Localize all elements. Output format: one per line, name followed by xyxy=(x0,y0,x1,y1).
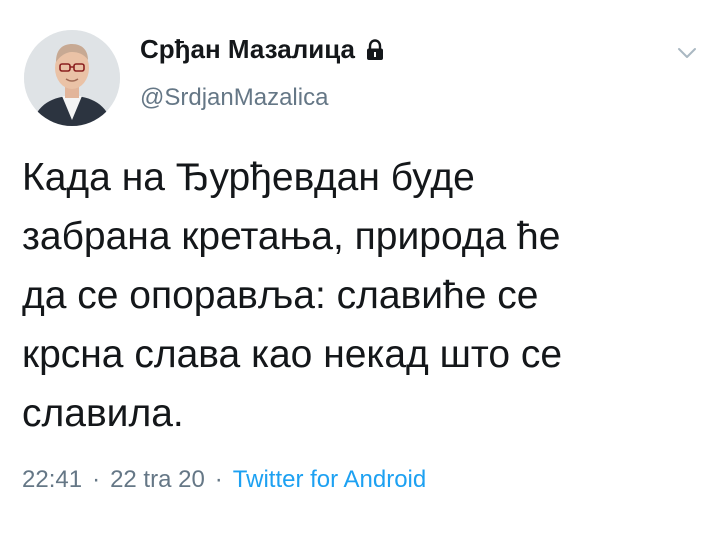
author-name-row: Срђан Мазалица xyxy=(140,34,385,65)
tweet-line: крсна слава као некад што се xyxy=(22,333,563,376)
chevron-down-icon[interactable] xyxy=(676,46,698,60)
lock-icon xyxy=(365,38,385,61)
display-name[interactable]: Срђан Мазалица xyxy=(140,34,355,65)
meta-separator: · xyxy=(214,466,223,493)
tweet-line: славила. xyxy=(22,392,184,435)
tweet-meta: 22:41 · 22 tra 20 · Twitter for Android xyxy=(22,466,426,494)
avatar[interactable] xyxy=(24,30,120,126)
handle[interactable]: @SrdjanMazalica xyxy=(140,84,328,112)
tweet-source-link[interactable]: Twitter for Android xyxy=(233,466,426,493)
tweet-line: Када на Ђурђевдан буде xyxy=(22,156,475,199)
tweet-text: Када на Ђурђевдан буде забрана кретања, … xyxy=(22,148,702,443)
tweet-line: да се опоравља: славиће се xyxy=(22,274,539,317)
tweet-line: забрана кретања, природа ће xyxy=(22,215,561,258)
person-avatar-icon xyxy=(24,30,120,126)
tweet-time[interactable]: 22:41 xyxy=(22,466,82,493)
tweet-card: Срђан Мазалица @SrdjanMazalica Када на Ђ… xyxy=(0,0,720,533)
tweet-date[interactable]: 22 tra 20 xyxy=(110,466,205,493)
meta-separator: · xyxy=(92,466,101,493)
